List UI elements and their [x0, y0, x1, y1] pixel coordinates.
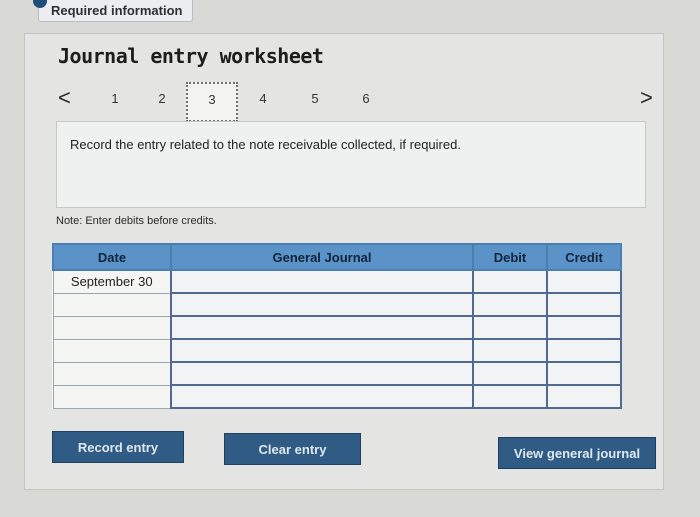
- table-header-row: Date General Journal Debit Credit: [52, 243, 622, 271]
- debit-field[interactable]: [472, 384, 548, 409]
- required-information-label: Required information: [51, 3, 183, 18]
- credit-field[interactable]: [546, 292, 622, 317]
- date-cell[interactable]: [52, 315, 172, 340]
- view-general-journal-button[interactable]: View general journal: [498, 437, 656, 469]
- debit-field[interactable]: [472, 361, 548, 386]
- credit-field[interactable]: [546, 315, 622, 340]
- date-cell[interactable]: [52, 384, 172, 409]
- debit-credit-note: Note: Enter debits before credits.: [56, 215, 217, 227]
- account-field[interactable]: [170, 315, 474, 340]
- prev-step-icon[interactable]: <: [58, 85, 71, 111]
- table-row: [52, 384, 622, 409]
- step-6[interactable]: 6: [356, 91, 376, 106]
- table-row: [52, 292, 622, 317]
- account-field[interactable]: [170, 292, 474, 317]
- status-dot-icon: [33, 0, 47, 8]
- date-cell[interactable]: September 30: [52, 269, 172, 294]
- step-5[interactable]: 5: [305, 91, 325, 106]
- account-field[interactable]: [170, 384, 474, 409]
- step-2[interactable]: 2: [152, 91, 172, 106]
- record-entry-button[interactable]: Record entry: [52, 431, 184, 463]
- date-cell[interactable]: [52, 361, 172, 386]
- column-credit: Credit: [546, 243, 622, 271]
- debit-field[interactable]: [472, 292, 548, 317]
- instruction-box: [56, 121, 646, 208]
- debit-field[interactable]: [472, 315, 548, 340]
- journal-table: Date General Journal Debit Credit Septem…: [52, 243, 622, 409]
- credit-field[interactable]: [546, 384, 622, 409]
- column-date: Date: [52, 243, 172, 271]
- step-3-active[interactable]: 3: [186, 82, 238, 122]
- next-step-icon[interactable]: >: [640, 85, 653, 111]
- table-row: [52, 361, 622, 386]
- date-cell[interactable]: [52, 338, 172, 363]
- column-general-journal: General Journal: [170, 243, 474, 271]
- credit-field[interactable]: [546, 338, 622, 363]
- table-row: September 30: [52, 269, 622, 294]
- credit-field[interactable]: [546, 361, 622, 386]
- date-cell[interactable]: [52, 292, 172, 317]
- account-field[interactable]: [170, 338, 474, 363]
- step-1[interactable]: 1: [105, 91, 125, 106]
- credit-field[interactable]: [546, 269, 622, 294]
- table-row: [52, 338, 622, 363]
- page-title: Journal entry worksheet: [58, 44, 324, 68]
- column-debit: Debit: [472, 243, 548, 271]
- table-row: [52, 315, 622, 340]
- clear-entry-button[interactable]: Clear entry: [224, 433, 361, 465]
- debit-field[interactable]: [472, 269, 548, 294]
- account-field[interactable]: [170, 361, 474, 386]
- required-information-tab[interactable]: Required information: [33, 0, 194, 22]
- debit-field[interactable]: [472, 338, 548, 363]
- instruction-text: Record the entry related to the note rec…: [70, 137, 461, 152]
- step-4[interactable]: 4: [253, 91, 273, 106]
- account-field[interactable]: [170, 269, 474, 294]
